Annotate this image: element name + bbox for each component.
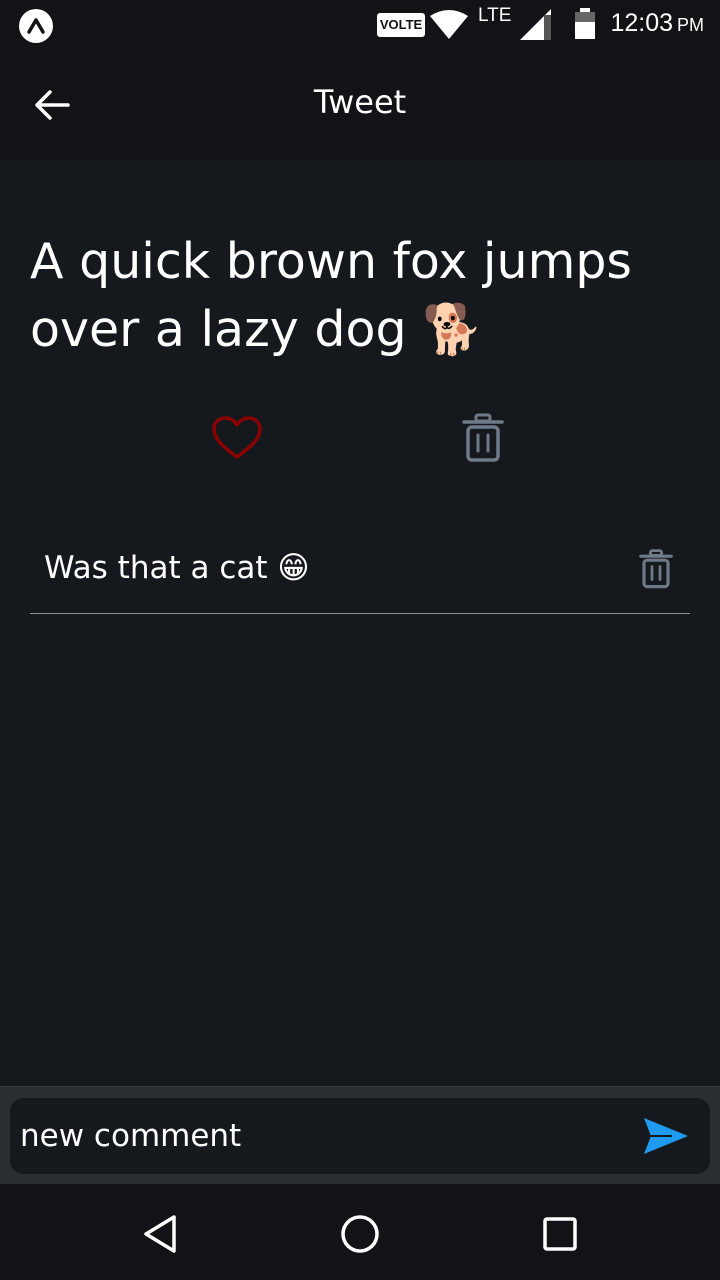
nav-recents-button[interactable] [538,1212,582,1256]
comment-composer [0,1086,720,1184]
trash-icon [639,549,673,589]
signal-icon [520,9,551,40]
heart-outline-icon [212,416,262,459]
page-title: Tweet [313,83,407,121]
comment-input[interactable] [20,1108,630,1164]
comment-input-wrapper [10,1098,710,1174]
trash-icon [462,413,504,462]
circle-home-icon [341,1215,379,1253]
send-icon [644,1118,688,1154]
expo-icon [19,9,53,43]
like-button[interactable] [208,410,266,466]
tweet-screen: VOLTE LTE 12:03 PM Tweet A quick brown fo… [0,0,720,1280]
triangle-back-icon [144,1215,176,1253]
system-nav-bar [0,1184,720,1280]
delete-tweet-button[interactable] [456,408,510,468]
status-clock: 12:03 PM [610,9,704,37]
comment-item: Was that a cat 😁 [30,530,690,614]
battery-icon [575,8,595,39]
nav-home-button[interactable] [338,1212,382,1256]
volte-badge: VOLTE [377,13,425,37]
wifi-icon [430,10,468,39]
lte-label: LTE [478,5,512,26]
delete-comment-button[interactable] [636,546,676,592]
send-button[interactable] [640,1112,692,1160]
comment-text: Was that a cat 😁 [44,550,310,586]
tweet-text: A quick brown fox jumps over a lazy dog … [30,233,632,358]
nav-back-button[interactable] [138,1212,182,1256]
square-recents-icon [543,1217,577,1251]
app-header: Tweet [0,50,720,160]
status-bar: VOLTE LTE 12:03 PM [0,0,720,50]
